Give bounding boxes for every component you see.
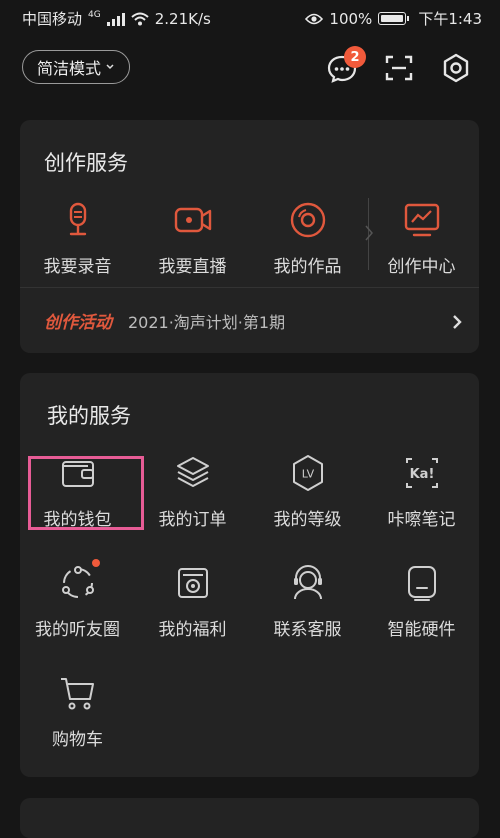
layers-icon bbox=[176, 457, 209, 487]
battery-icon bbox=[378, 12, 410, 25]
status-right: 100% 下午1:43 bbox=[305, 8, 482, 29]
level-label: 我的等级 bbox=[273, 510, 342, 530]
my-works-label: 我的作品 bbox=[273, 257, 342, 277]
wallet-highlight-box bbox=[28, 456, 144, 530]
creator-center-label: 创作中心 bbox=[387, 257, 456, 277]
next-card bbox=[20, 798, 479, 838]
friends-circle-button[interactable]: 我的听友圈 bbox=[20, 563, 135, 640]
eye-icon bbox=[305, 13, 324, 24]
network-speed: 2.21K/s bbox=[154, 9, 211, 28]
wifi-icon bbox=[131, 12, 149, 25]
lv-badge-icon: LV bbox=[292, 455, 323, 491]
gift-box-icon bbox=[177, 568, 208, 598]
friends-circle-label: 我的听友圈 bbox=[35, 620, 120, 640]
activity-label: 创作活动 bbox=[44, 313, 112, 333]
orders-label: 我的订单 bbox=[158, 510, 227, 530]
device-icon bbox=[407, 566, 436, 601]
smart-hardware-button[interactable]: 智能硬件 bbox=[364, 563, 479, 640]
simple-mode-button[interactable]: 简洁模式 bbox=[22, 50, 131, 84]
record-audio-label: 我要录音 bbox=[43, 257, 112, 277]
battery-percent: 100% bbox=[329, 9, 373, 28]
headset-icon bbox=[293, 565, 322, 600]
friends-circle-icon bbox=[61, 566, 94, 598]
smart-hardware-label: 智能硬件 bbox=[387, 620, 456, 640]
chevron-right-icon[interactable] bbox=[451, 314, 463, 330]
record-audio-button[interactable]: 我要录音 bbox=[20, 200, 135, 277]
top-bar: 简洁模式 bbox=[0, 48, 500, 88]
divider bbox=[20, 287, 479, 288]
signal-icon bbox=[106, 12, 125, 26]
shopping-cart-button[interactable]: 购物车 bbox=[20, 673, 135, 750]
welfare-label: 我的福利 bbox=[158, 620, 227, 640]
status-bar: 中国移动 4G 2.21K/s 100% 下午1:43 bbox=[0, 0, 500, 34]
video-camera-icon bbox=[174, 207, 211, 233]
network-type: 4G bbox=[88, 9, 101, 20]
carrier-name: 中国移动 bbox=[22, 10, 83, 28]
shopping-cart-label: 购物车 bbox=[52, 730, 103, 750]
scan-icon[interactable] bbox=[383, 52, 415, 84]
my-services-card: 我的服务 我的钱包 我的订单 LV 我的等级 Ka! 咔嚓笔记 我的听友圈 我的… bbox=[20, 373, 479, 777]
creation-activity-row[interactable]: 创作活动 2021·淘声计划·第1期 bbox=[44, 308, 286, 334]
activity-text: 2021·淘声计划·第1期 bbox=[128, 312, 286, 332]
ka-note-icon: Ka! bbox=[405, 458, 438, 488]
notification-dot bbox=[92, 559, 100, 567]
customer-service-label: 联系客服 bbox=[273, 620, 342, 640]
clock: 下午1:43 bbox=[418, 10, 482, 28]
monitor-chart-icon bbox=[404, 203, 439, 237]
ka-notes-label: 咔嚓笔记 bbox=[387, 510, 456, 530]
live-stream-label: 我要直播 bbox=[158, 257, 227, 277]
level-button[interactable]: LV 我的等级 bbox=[250, 453, 365, 530]
ka-text: Ka! bbox=[409, 467, 434, 482]
message-badge: 2 bbox=[344, 46, 366, 68]
my-services-title: 我的服务 bbox=[47, 404, 131, 428]
lv-text: LV bbox=[301, 468, 314, 481]
ka-notes-button[interactable]: Ka! 咔嚓笔记 bbox=[364, 453, 479, 530]
my-works-button[interactable]: 我的作品 bbox=[250, 200, 365, 277]
cart-icon bbox=[60, 678, 94, 710]
settings-icon[interactable] bbox=[440, 52, 472, 84]
creation-services-title: 创作服务 bbox=[44, 151, 128, 175]
live-stream-button[interactable]: 我要直播 bbox=[135, 200, 250, 277]
chevron-down-icon bbox=[106, 64, 114, 70]
simple-mode-label: 简洁模式 bbox=[37, 59, 102, 78]
welfare-button[interactable]: 我的福利 bbox=[135, 563, 250, 640]
disc-icon bbox=[290, 202, 325, 238]
customer-service-button[interactable]: 联系客服 bbox=[250, 563, 365, 640]
status-left: 中国移动 4G 2.21K/s bbox=[22, 8, 211, 29]
orders-button[interactable]: 我的订单 bbox=[135, 453, 250, 530]
microphone-icon bbox=[69, 202, 86, 236]
creation-services-card: 创作服务 我要录音 我要直播 我的作品 创作中心 创作活动 2021·淘声计划·… bbox=[20, 120, 479, 353]
creator-center-button[interactable]: 创作中心 bbox=[364, 200, 479, 277]
